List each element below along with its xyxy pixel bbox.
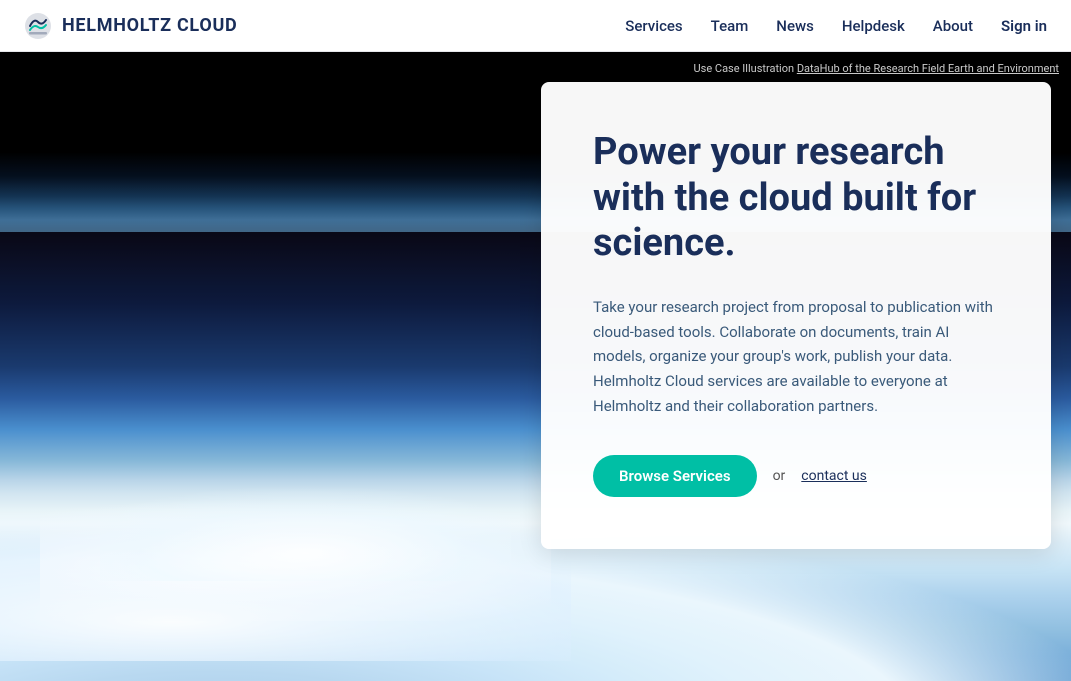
- nav-about[interactable]: About: [933, 17, 973, 35]
- nav-team[interactable]: Team: [711, 17, 749, 35]
- use-case-link[interactable]: DataHub of the Research Field Earth and …: [797, 62, 1059, 75]
- hero-headline: Power your research with the cloud built…: [593, 130, 999, 267]
- browse-services-button[interactable]: Browse Services: [593, 455, 757, 497]
- hero-section: Use Case Illustration DataHub of the Res…: [0, 52, 1071, 681]
- nav-news[interactable]: News: [776, 17, 814, 35]
- contact-us-link[interactable]: contact us: [801, 468, 867, 484]
- hero-content-card: Power your research with the cloud built…: [541, 82, 1051, 549]
- logo[interactable]: HELMHOLTZ CLOUD: [24, 12, 237, 40]
- nav-services[interactable]: Services: [625, 17, 682, 35]
- hero-body: Take your research project from proposal…: [593, 295, 999, 419]
- logo-text: HELMHOLTZ CLOUD: [62, 15, 237, 36]
- nav-signin[interactable]: Sign in: [1001, 17, 1047, 35]
- or-text: or: [773, 468, 786, 484]
- site-header: HELMHOLTZ CLOUD Services Team News Helpd…: [0, 0, 1071, 52]
- cta-row: Browse Services or contact us: [593, 455, 999, 497]
- cloud-3: [100, 441, 511, 581]
- use-case-caption: Use Case Illustration DataHub of the Res…: [694, 62, 1059, 75]
- logo-icon: [24, 12, 52, 40]
- use-case-prefix: Use Case Illustration: [694, 62, 797, 75]
- nav-helpdesk[interactable]: Helpdesk: [842, 17, 905, 35]
- main-nav: Services Team News Helpdesk About Sign i…: [625, 17, 1047, 35]
